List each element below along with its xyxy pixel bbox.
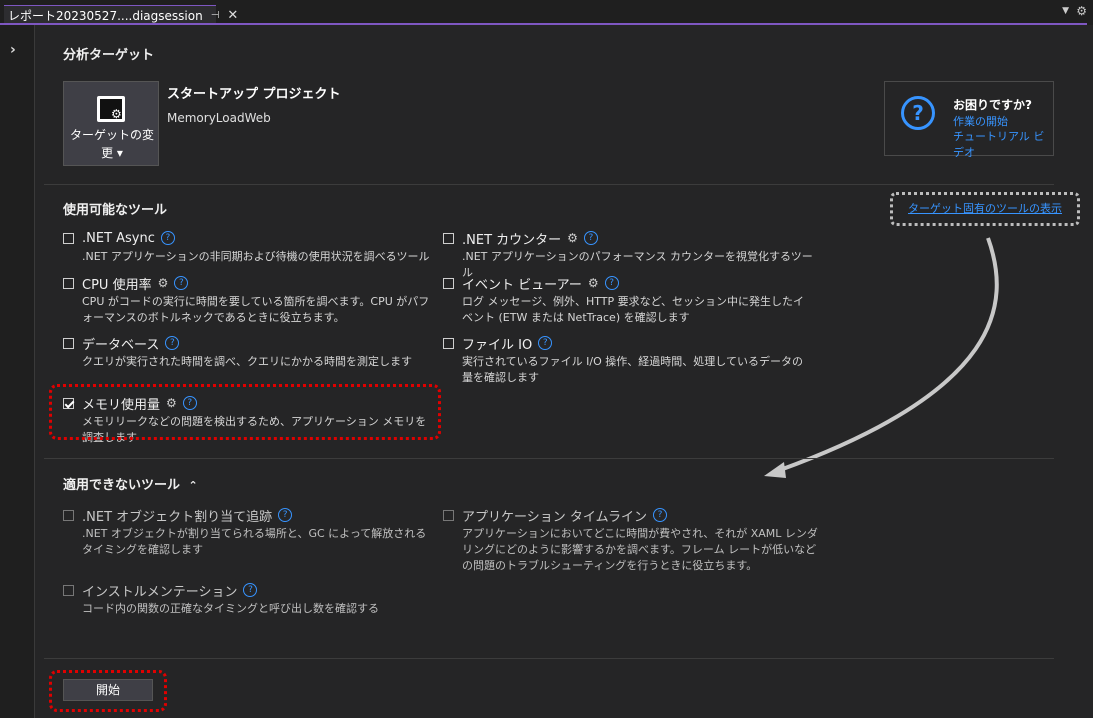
tool-name: .NET オブジェクト割り当て追跡 — [82, 509, 273, 525]
help-icon[interactable]: ? — [652, 508, 667, 522]
tool-name: アプリケーション タイムライン — [462, 509, 647, 525]
start-button[interactable]: 開始 — [63, 679, 153, 701]
tool-description: アプリケーションにおいてどこに時間が費やされ、それが XAML レンダリングにど… — [462, 527, 818, 572]
tool-description: .NET オブジェクトが割り当てられる場所と、GC によって解放されるタイミング… — [82, 527, 427, 556]
tool-checkbox — [63, 584, 74, 596]
tool-application-timeline: アプリケーション タイムライン ? アプリケーションにおいてどこに時間が費やされ… — [443, 506, 823, 574]
tool-dotnet-object-allocation: .NET オブジェクト割り当て追跡 ? .NET オブジェクトが割り当てられる場… — [63, 506, 433, 558]
tool-name: インストルメンテーション — [82, 584, 238, 600]
tool-checkbox — [443, 509, 454, 521]
tool-description: コード内の関数の正確なタイミングと呼び出し数を確認する — [82, 602, 379, 615]
tool-checkbox — [63, 509, 74, 521]
unavailable-tools-heading[interactable]: 適用できないツール ⌃ — [63, 474, 198, 493]
divider — [44, 658, 1054, 659]
tool-instrumentation: インストルメンテーション ? コード内の関数の正確なタイミングと呼び出し数を確認… — [63, 581, 433, 617]
divider — [44, 458, 1054, 459]
unavailable-tools-label: 適用できないツール — [63, 478, 181, 493]
chevron-up-icon[interactable]: ⌃ — [189, 479, 198, 492]
help-icon[interactable]: ? — [278, 508, 293, 522]
help-icon[interactable]: ? — [243, 583, 258, 597]
